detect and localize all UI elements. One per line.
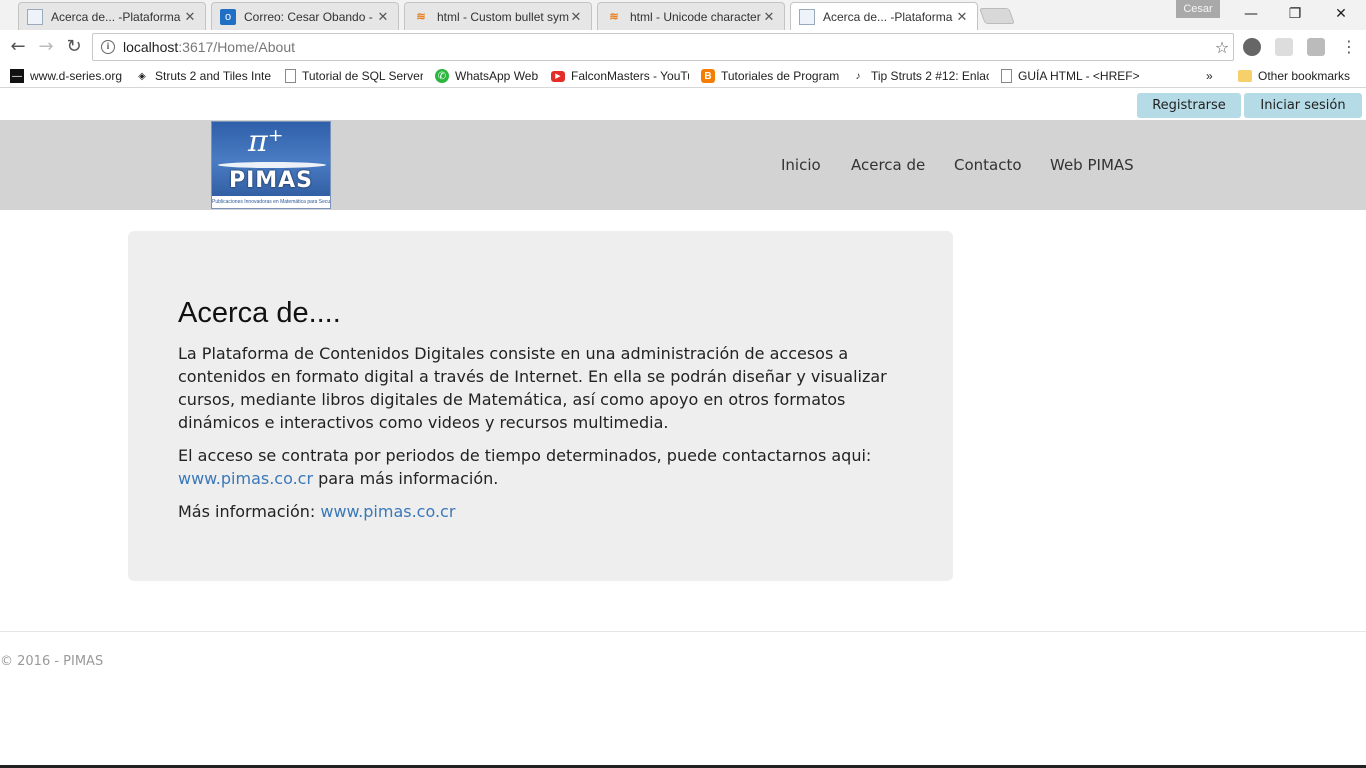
youtube-icon: ▶: [551, 70, 565, 82]
bookmark-item[interactable]: Tutorial de SQL Server: [285, 67, 423, 85]
profile-button[interactable]: Cesar: [1176, 0, 1220, 18]
bookmark-label: WhatsApp Web: [455, 69, 539, 83]
bookmark-label: GUÍA HTML - <HREF>: [1018, 69, 1139, 83]
bookmark-item[interactable]: GUÍA HTML - <HREF>: [1001, 67, 1139, 85]
extension-shield-icon[interactable]: [1307, 38, 1325, 56]
tab-title: Acerca de... -Plataforma d: [51, 9, 183, 24]
url-text: localhost:3617/Home/About: [123, 39, 296, 55]
bookmark-item[interactable]: ◈ Struts 2 and Tiles Inte: [135, 67, 273, 85]
other-bookmarks-folder[interactable]: Other bookmarks: [1238, 67, 1362, 85]
page-title: Acerca de....: [178, 297, 341, 329]
url-input[interactable]: i localhost:3617/Home/About ☆: [92, 33, 1234, 61]
site-info-icon[interactable]: i: [101, 40, 115, 54]
d-series-icon: —: [10, 69, 24, 83]
tab-title: html - Unicode character: [630, 9, 761, 24]
browser-tab[interactable]: o Correo: Cesar Obando - C ✕: [211, 2, 399, 30]
minimize-icon[interactable]: —: [1228, 0, 1274, 28]
site-navbar: π⁺ PIMAS Publicaciones Innovadoras en Ma…: [0, 120, 1366, 210]
tab-title: Acerca de... -Plataforma d: [823, 9, 955, 24]
bookmark-label: Tutorial de SQL Server: [302, 69, 423, 83]
bookmark-item[interactable]: B Tutoriales de Program: [701, 67, 839, 85]
browser-tab-active[interactable]: Acerca de... -Plataforma d ✕: [790, 2, 978, 30]
blogger-icon: B: [701, 69, 715, 83]
about-paragraph: La Plataforma de Contenidos Digitales co…: [178, 344, 887, 432]
page-icon: [285, 69, 296, 83]
page-icon: [799, 8, 815, 25]
forward-icon[interactable]: →: [33, 34, 59, 60]
bookmark-item[interactable]: — www.d-series.org: [10, 67, 124, 85]
nav-link-contacto[interactable]: Contacto: [954, 156, 1022, 174]
pimas-logo[interactable]: π⁺ PIMAS Publicaciones Innovadoras en Ma…: [211, 121, 331, 209]
pimas-link[interactable]: www.pimas.co.cr: [320, 502, 455, 521]
menu-kebab-icon[interactable]: ⋮: [1336, 34, 1362, 60]
whatsapp-icon: ✆: [435, 69, 449, 83]
login-button[interactable]: Iniciar sesión: [1244, 93, 1362, 118]
music-note-icon: ♪: [855, 70, 861, 82]
bookmarks-bar: — www.d-series.org ◈ Struts 2 and Tiles …: [0, 64, 1366, 88]
stackoverflow-icon: ≋: [609, 11, 619, 23]
other-bookmarks-label: Other bookmarks: [1258, 69, 1351, 83]
diamond-icon: ◈: [138, 70, 146, 82]
browser-tab[interactable]: ≋ html - Unicode character ✕: [597, 2, 785, 30]
bookmarks-overflow-icon[interactable]: »: [1206, 67, 1222, 85]
nav-link-web-pimas[interactable]: Web PIMAS: [1050, 156, 1134, 174]
close-tab-icon[interactable]: ✕: [569, 9, 583, 25]
back-icon[interactable]: ←: [5, 34, 31, 60]
bookmark-label: Tip Struts 2 #12: Enlac: [871, 69, 989, 83]
pi-plus-symbol: π⁺: [248, 124, 284, 159]
browser-tab[interactable]: ≋ html - Custom bullet sym ✕: [404, 2, 592, 30]
bookmark-label: Tutoriales de Program: [721, 69, 839, 83]
about-panel: Acerca de.... La Plataforma de Contenido…: [128, 231, 953, 581]
footer-divider: [0, 631, 1366, 632]
bookmark-item[interactable]: ✆ WhatsApp Web: [435, 67, 543, 85]
new-tab-button[interactable]: [979, 8, 1015, 24]
bookmark-label: Struts 2 and Tiles Inte: [155, 69, 272, 83]
outlook-icon: o: [220, 8, 236, 25]
browser-tab[interactable]: Acerca de... -Plataforma d ✕: [18, 2, 206, 30]
logo-brand: PIMAS: [228, 168, 314, 193]
address-toolbar: ← → ↻ i localhost:3617/Home/About ☆ ⋮: [0, 30, 1366, 64]
bookmark-star-icon[interactable]: ☆: [1211, 38, 1233, 57]
close-tab-icon[interactable]: ✕: [183, 9, 197, 25]
extension-cast-icon[interactable]: [1275, 38, 1293, 56]
window-close-icon[interactable]: ✕: [1318, 0, 1364, 28]
register-button[interactable]: Registrarse: [1137, 93, 1241, 118]
page-icon: [1001, 69, 1012, 83]
logo-tagline: Publicaciones Innovadoras en Matemática …: [212, 196, 330, 208]
page-icon: [27, 8, 43, 25]
nav-link-inicio[interactable]: Inicio: [781, 156, 821, 174]
bookmark-item[interactable]: ▶ FalconMasters - YouTu: [551, 67, 689, 85]
browser-tab-strip: Acerca de... -Plataforma d ✕ o Correo: C…: [0, 0, 1366, 30]
bookmark-label: FalconMasters - YouTu: [571, 69, 689, 83]
nav-link-acerca-de[interactable]: Acerca de: [851, 156, 925, 174]
contact-paragraph: El acceso se contrata por periodos de ti…: [178, 446, 872, 488]
footer-copyright: © 2016 - PIMAS: [0, 654, 104, 669]
folder-icon: [1238, 70, 1252, 82]
close-tab-icon[interactable]: ✕: [376, 9, 390, 25]
pimas-link[interactable]: www.pimas.co.cr: [178, 469, 313, 488]
restore-icon[interactable]: ❐: [1272, 0, 1318, 28]
close-tab-icon[interactable]: ✕: [762, 9, 776, 25]
stackoverflow-icon: ≋: [416, 11, 426, 23]
bookmark-label: www.d-series.org: [30, 69, 123, 83]
more-info-paragraph: Más información: www.pimas.co.cr: [178, 502, 456, 521]
tab-title: html - Custom bullet sym: [437, 9, 569, 24]
bookmark-item[interactable]: ♪ Tip Struts 2 #12: Enlac: [851, 67, 990, 85]
tab-title: Correo: Cesar Obando - C: [244, 9, 376, 24]
reload-icon[interactable]: ↻: [61, 34, 87, 60]
extension-compass-icon[interactable]: [1243, 38, 1261, 56]
close-tab-icon[interactable]: ✕: [955, 9, 969, 25]
